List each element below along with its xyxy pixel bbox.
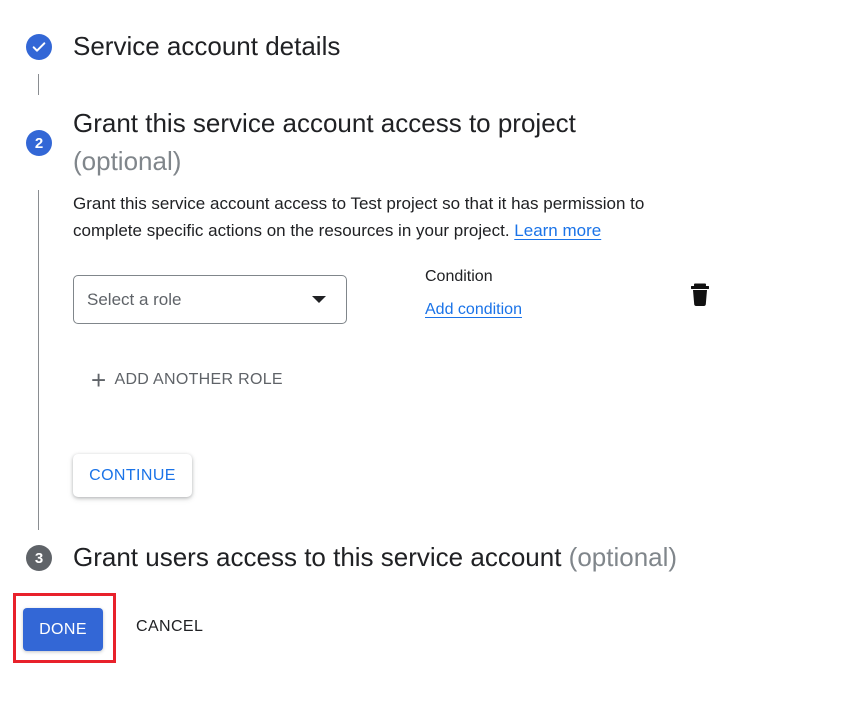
- step-2-title: Grant this service account access to pro…: [73, 108, 576, 138]
- step-complete-check-icon: [26, 34, 52, 60]
- select-role-placeholder: Select a role: [87, 289, 182, 309]
- select-role-dropdown[interactable]: Select a role: [73, 275, 347, 324]
- step-2-number-badge: 2: [26, 130, 52, 156]
- step-2-optional-label: (optional): [73, 146, 182, 176]
- done-button[interactable]: DONE: [23, 608, 103, 651]
- step-2-description: Grant this service account access to Tes…: [73, 190, 713, 244]
- learn-more-link[interactable]: Learn more: [514, 221, 601, 240]
- step-3-number-badge: 3: [26, 545, 52, 571]
- continue-button[interactable]: CONTINUE: [73, 454, 192, 497]
- cancel-button[interactable]: CANCEL: [136, 618, 203, 636]
- add-another-role-button[interactable]: + ADD ANOTHER ROLE: [91, 365, 283, 395]
- step-3-title-text: Grant users access to this service accou…: [73, 542, 562, 572]
- dropdown-arrow-icon: [312, 296, 326, 303]
- step-connector-line: [38, 74, 39, 95]
- add-condition-link[interactable]: Add condition: [425, 301, 522, 319]
- step-3-optional-label: (optional): [568, 542, 678, 572]
- condition-label: Condition: [425, 268, 493, 285]
- add-another-role-label: ADD ANOTHER ROLE: [114, 371, 283, 388]
- plus-icon: +: [91, 365, 107, 395]
- step-3-title[interactable]: Grant users access to this service accou…: [73, 539, 677, 575]
- step-connector-line: [38, 190, 39, 530]
- delete-role-trash-icon[interactable]: [690, 283, 710, 307]
- create-service-account-page: Service account details 2 Grant this ser…: [0, 0, 863, 712]
- step-1-title[interactable]: Service account details: [73, 28, 340, 64]
